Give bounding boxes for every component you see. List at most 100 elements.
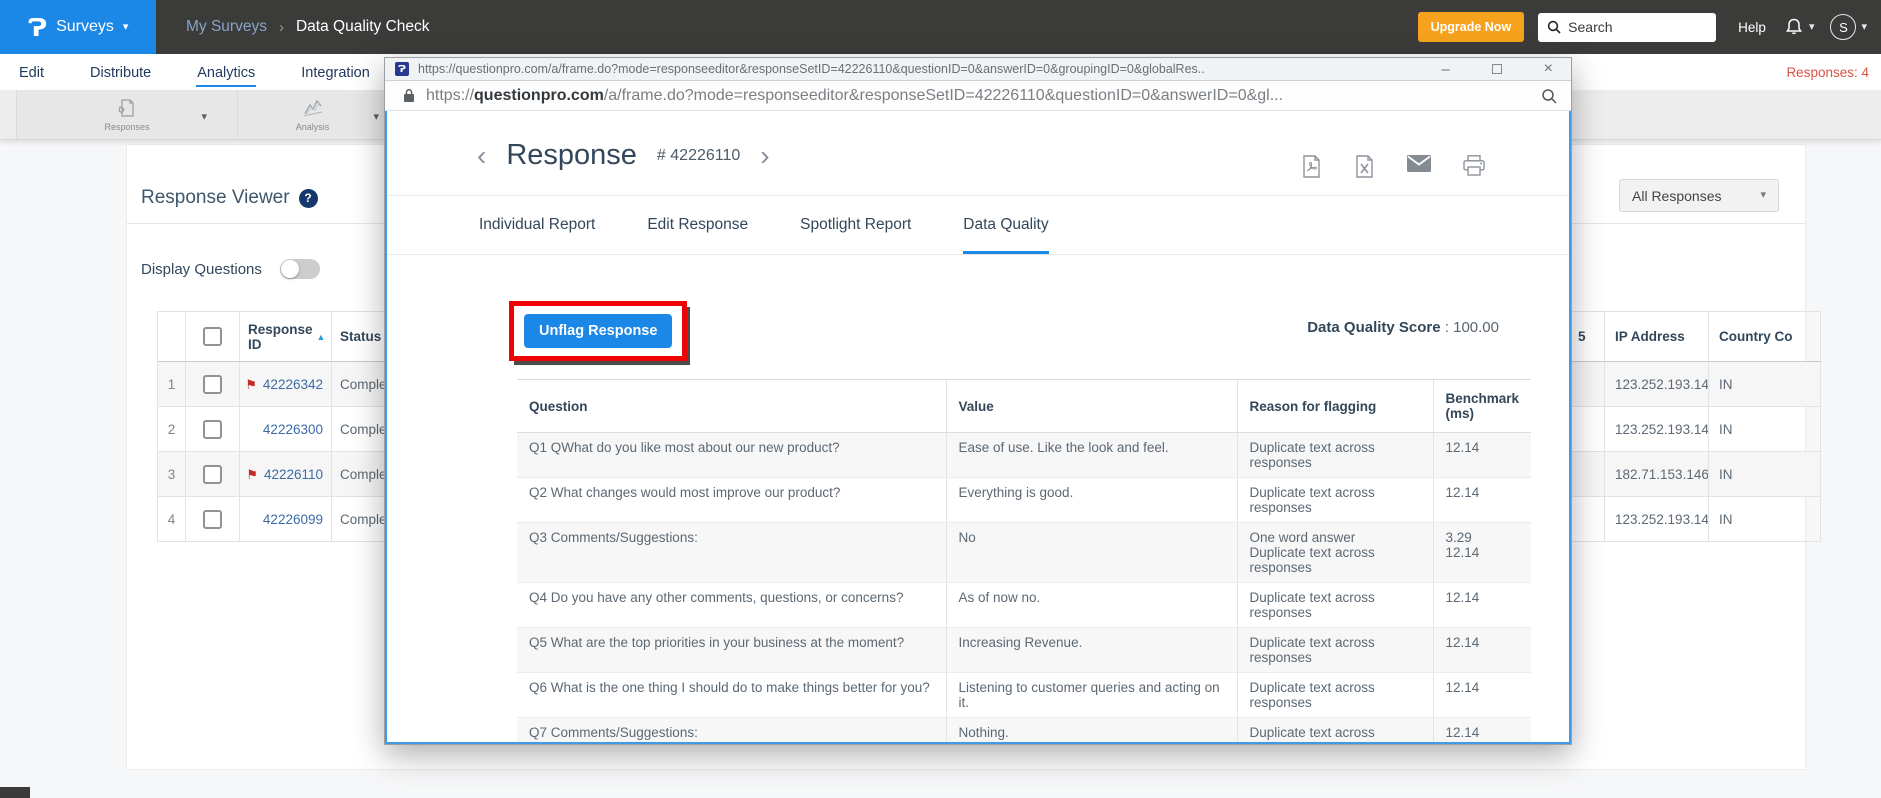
table-row: 2 42226300 Comple xyxy=(158,407,420,452)
global-search[interactable] xyxy=(1538,12,1717,42)
tab-distribute[interactable]: Distribute xyxy=(89,57,152,87)
toolbar-tile-label: Analysis xyxy=(295,121,330,132)
bell-icon xyxy=(1785,18,1802,35)
window-controls: – × xyxy=(1441,61,1553,77)
breadcrumb-my-surveys[interactable]: My Surveys xyxy=(186,18,267,36)
tab-edit[interactable]: Edit xyxy=(18,57,45,87)
window-titlebar[interactable]: Ɂ https://questionpro.com/a/frame.do?mod… xyxy=(385,58,1571,81)
question-cell: Q5 What are the top priorities in your b… xyxy=(517,627,946,673)
app-screen: Ɂ Surveys ▾ My Surveys › Data Quality Ch… xyxy=(0,0,1881,798)
breadcrumb: My Surveys › Data Quality Check xyxy=(186,18,430,36)
surveys-menu[interactable]: Ɂ Surveys ▾ xyxy=(0,0,156,54)
value-cell: Listening to customer queries and acting… xyxy=(945,672,1237,718)
checkbox-cell xyxy=(186,362,240,407)
unflag-response-button[interactable]: Unflag Response xyxy=(524,314,673,348)
question-cell: Q1 QWhat do you like most about our new … xyxy=(517,432,946,478)
benchmark-cell: 12.14 xyxy=(1432,717,1531,742)
question-cell: Q4 Do you have any other comments, quest… xyxy=(517,582,946,628)
top-bar: Ɂ Surveys ▾ My Surveys › Data Quality Ch… xyxy=(0,0,1881,54)
tab-spotlight-report[interactable]: Spotlight Report xyxy=(800,196,911,254)
row-checkbox[interactable] xyxy=(203,419,222,439)
email-icon[interactable] xyxy=(1407,155,1431,172)
benchmark-cell: 12.14 xyxy=(1432,432,1531,478)
response-id-link[interactable]: 42226300 xyxy=(263,422,323,437)
value-cell: Ease of use. Like the look and feel. xyxy=(945,432,1237,478)
reason-cell: Duplicate text across responses xyxy=(1236,432,1433,478)
address-bar[interactable]: https://questionpro.com/a/frame.do?mode=… xyxy=(385,81,1571,111)
minimize-icon[interactable]: – xyxy=(1441,62,1449,77)
tab-edit-response[interactable]: Edit Response xyxy=(647,196,748,254)
chevron-down-icon: ▾ xyxy=(1760,189,1766,201)
display-questions-row: Display Questions xyxy=(141,259,320,279)
score-label: Data Quality Score xyxy=(1307,319,1441,336)
tab-individual-report[interactable]: Individual Report xyxy=(479,196,595,254)
prev-response-icon[interactable]: ‹ xyxy=(477,141,486,170)
table-row: 3 ⚑ 42226110 Comple xyxy=(158,452,420,497)
response-id-header[interactable]: Response ID ▲ xyxy=(240,312,332,362)
toolbar-tile-analysis[interactable]: Analysis ▾ xyxy=(238,90,388,139)
tab-integration[interactable]: Integration xyxy=(300,57,371,87)
ip-address-header[interactable]: IP Address xyxy=(1605,312,1709,362)
url-path: /a/frame.do?mode=responseeditor&response… xyxy=(603,86,1284,104)
row-number: 3 xyxy=(158,452,186,497)
help-link[interactable]: Help xyxy=(1738,20,1766,35)
notifications-button[interactable]: ▾ xyxy=(1784,17,1814,37)
table-row: Q1 QWhat do you like most about our new … xyxy=(517,432,1531,478)
table-row: Q7 Comments/Suggestions: Nothing. Duplic… xyxy=(517,717,1531,742)
country-code-header[interactable]: Country Co xyxy=(1709,312,1821,362)
benchmark-cell: 12.14 xyxy=(1432,627,1531,673)
address-url: https://questionpro.com/a/frame.do?mode=… xyxy=(426,87,1530,105)
tab-analytics[interactable]: Analytics xyxy=(196,57,257,87)
export-pdf-icon[interactable] xyxy=(1301,155,1322,178)
breadcrumb-current: Data Quality Check xyxy=(295,18,430,35)
chevron-down-icon[interactable]: ▾ xyxy=(201,110,207,123)
reason-cell: Duplicate text across responses xyxy=(1236,627,1433,673)
account-menu[interactable]: S ▾ xyxy=(1830,14,1867,40)
row-number-header xyxy=(158,312,186,362)
row-number: 1 xyxy=(158,362,186,407)
response-id-link[interactable]: 42226110 xyxy=(264,467,323,482)
toolbar-tile-responses[interactable]: Responses ▾ xyxy=(16,90,238,139)
row-checkbox[interactable] xyxy=(203,509,222,529)
next-response-icon[interactable]: › xyxy=(760,141,769,170)
checkbox-cell xyxy=(186,407,240,452)
response-id-header-label: Response ID xyxy=(248,321,313,352)
all-responses-dropdown[interactable]: All Responses ▾ xyxy=(1619,179,1779,212)
select-all-checkbox[interactable] xyxy=(203,327,222,346)
response-id-link[interactable]: 42226099 xyxy=(263,512,323,527)
annotation-highlight-box: Unflag Response xyxy=(509,301,688,361)
table-row: 1 ⚑ 42226342 Comple xyxy=(158,362,420,407)
export-excel-icon[interactable] xyxy=(1354,155,1375,178)
tab-data-quality[interactable]: Data Quality xyxy=(963,196,1048,254)
value-cell: As of now no. xyxy=(945,582,1237,628)
table-row: 4 42226099 Comple xyxy=(158,497,420,542)
response-editor-content: ‹ Response # 42226110 › Individual Repor… xyxy=(385,111,1571,744)
avatar: S xyxy=(1830,14,1857,40)
print-icon[interactable] xyxy=(1463,155,1485,176)
benchmark-header: Benchmark (ms) xyxy=(1432,379,1531,433)
row-checkbox[interactable] xyxy=(203,374,222,394)
search-input[interactable] xyxy=(1568,19,1699,35)
display-questions-toggle[interactable] xyxy=(279,259,320,279)
question-cell: Q3 Comments/Suggestions: xyxy=(517,522,946,583)
page-title: Response Viewer ? xyxy=(141,187,318,209)
response-tabs: Individual Report Edit Response Spotligh… xyxy=(387,196,1569,255)
response-id-link[interactable]: 42226342 xyxy=(263,377,323,392)
close-icon[interactable]: × xyxy=(1544,61,1553,77)
value-cell: Everything is good. xyxy=(945,477,1237,523)
question-header: Question xyxy=(517,379,946,433)
response-id-cell: 42226099 xyxy=(240,497,332,542)
reason-cell: Duplicate text across responses xyxy=(1236,717,1433,742)
benchmark-cell: 12.14 xyxy=(1432,477,1531,523)
benchmark-cell: 3.29 12.14 xyxy=(1432,522,1531,583)
help-badge-icon[interactable]: ? xyxy=(298,188,318,208)
country-cell: IN xyxy=(1709,497,1821,542)
maximize-icon[interactable] xyxy=(1491,64,1502,74)
zoom-icon[interactable] xyxy=(1541,88,1557,104)
row-checkbox[interactable] xyxy=(203,464,222,484)
reason-header: Reason for flagging xyxy=(1236,379,1433,433)
upgrade-now-button[interactable]: Upgrade Now xyxy=(1417,12,1525,42)
export-actions xyxy=(1301,155,1485,178)
chevron-down-icon[interactable]: ▾ xyxy=(373,110,379,123)
question-cell: Q7 Comments/Suggestions: xyxy=(517,717,946,742)
